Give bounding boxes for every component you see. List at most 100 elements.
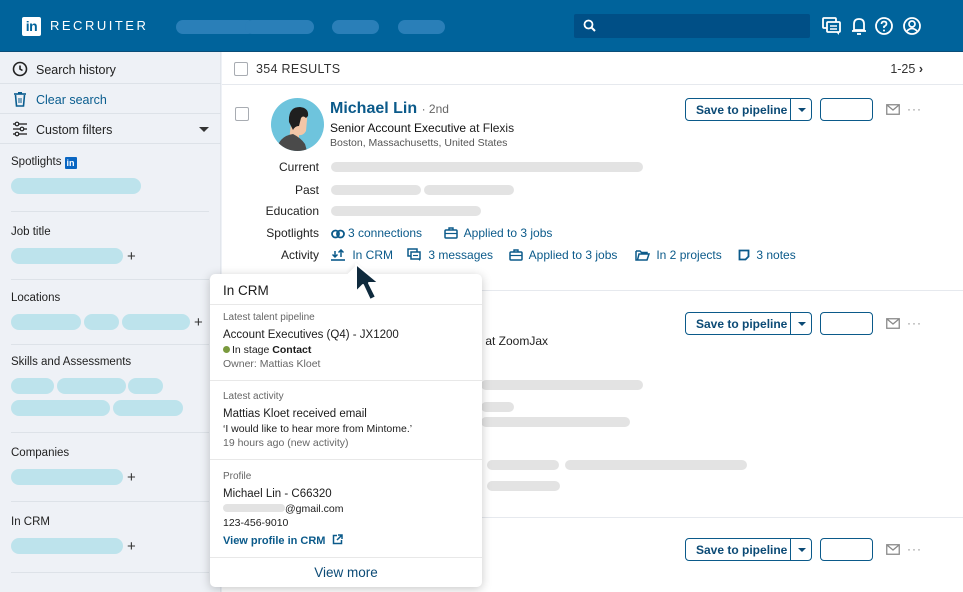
filter-chip[interactable] xyxy=(11,400,110,416)
view-more-button[interactable]: View more xyxy=(210,565,482,580)
activity-applied-link[interactable]: Applied to 3 jobs xyxy=(509,248,617,262)
connections-icon xyxy=(331,229,345,239)
divider xyxy=(210,304,482,305)
popover-title: In CRM xyxy=(223,283,269,298)
activity-messages-link[interactable]: 3 messages xyxy=(407,248,493,262)
briefcase-icon xyxy=(509,249,523,261)
placeholder-bar xyxy=(487,460,559,470)
app-brand: RECRUITER xyxy=(50,18,149,33)
secondary-action-button[interactable] xyxy=(820,98,873,121)
next-page-button[interactable]: › xyxy=(919,62,923,76)
nav-item-placeholder[interactable] xyxy=(332,20,379,34)
filter-chip[interactable] xyxy=(128,378,163,394)
filter-chip[interactable] xyxy=(11,178,141,194)
pipeline-owner: Owner: Mattias Kloet xyxy=(223,358,321,370)
filter-sidebar: Search history Clear search Custom filte… xyxy=(0,52,221,592)
help-icon[interactable] xyxy=(873,15,895,37)
activity-notes-link[interactable]: 3 notes xyxy=(738,248,796,262)
placeholder-bar xyxy=(487,481,560,491)
candidate-checkbox[interactable] xyxy=(235,107,249,121)
activity-quote: ‘I would like to hear more from Mintome.… xyxy=(223,423,413,435)
spotlight-applied-link[interactable]: Applied to 3 jobs xyxy=(444,226,552,240)
results-header: 354 RESULTS 1-25 › xyxy=(222,52,963,85)
add-crm-filter-button[interactable]: + xyxy=(127,539,136,554)
section-in-crm: In CRM xyxy=(11,516,50,528)
filter-chip[interactable] xyxy=(84,314,119,330)
profile-icon[interactable] xyxy=(901,15,923,37)
filter-chip[interactable] xyxy=(11,378,54,394)
nav-item-placeholder[interactable] xyxy=(176,20,255,34)
filter-chip[interactable] xyxy=(11,248,123,264)
bell-icon[interactable] xyxy=(848,15,870,37)
nav-item-placeholder[interactable] xyxy=(398,20,445,34)
sliders-icon xyxy=(13,121,27,137)
candidate-headline: Senior Account Executive at Flexis xyxy=(330,121,515,135)
profile-heading: Profile xyxy=(223,471,252,482)
filter-chip[interactable] xyxy=(122,314,190,330)
divider xyxy=(11,432,209,433)
divider xyxy=(790,99,791,120)
add-company-button[interactable]: + xyxy=(127,470,136,485)
mail-icon[interactable] xyxy=(886,544,900,555)
placeholder-bar xyxy=(331,185,421,195)
more-options-button[interactable]: ··· xyxy=(907,316,922,330)
save-to-pipeline-button[interactable]: Save to pipeline xyxy=(685,538,812,561)
activity-projects-link[interactable]: In 2 projects xyxy=(635,248,722,262)
select-all-checkbox[interactable] xyxy=(234,62,248,76)
field-label-spotlights: Spotlights xyxy=(266,226,319,240)
activity-heading: Latest activity xyxy=(223,391,284,402)
trash-icon xyxy=(14,92,26,107)
linkedin-logo[interactable]: in xyxy=(22,17,41,36)
profile-name: Michael Lin - C66320 xyxy=(223,488,332,500)
activity-in-crm-link[interactable]: In CRM xyxy=(331,248,393,262)
secondary-action-button[interactable] xyxy=(820,312,873,335)
filter-chip[interactable] xyxy=(11,469,123,485)
filter-chip[interactable] xyxy=(113,400,183,416)
add-location-button[interactable]: + xyxy=(194,315,203,330)
mail-icon[interactable] xyxy=(886,318,900,329)
custom-filters-toggle[interactable]: Custom filters xyxy=(0,114,221,144)
messages-icon xyxy=(407,248,421,261)
mouse-cursor-icon xyxy=(355,263,380,301)
search-input[interactable] xyxy=(574,14,810,38)
save-dropdown-caret-icon[interactable] xyxy=(798,548,806,552)
briefcase-icon xyxy=(444,227,458,239)
placeholder-bar xyxy=(481,402,514,412)
search-history-button[interactable]: Search history xyxy=(0,54,221,84)
divider xyxy=(11,572,209,573)
pipeline-name[interactable]: Account Executives (Q4) - JX1200 xyxy=(223,329,399,341)
field-label-current: Current xyxy=(278,160,319,174)
filter-chip[interactable] xyxy=(57,378,126,394)
divider xyxy=(11,344,209,345)
add-job-title-button[interactable]: + xyxy=(127,249,136,264)
view-profile-in-crm-link[interactable]: View profile in CRM xyxy=(223,534,343,547)
person-avatar-icon xyxy=(276,107,309,151)
results-count: 354 RESULTS xyxy=(256,62,341,76)
divider xyxy=(11,211,209,212)
secondary-action-button[interactable] xyxy=(820,538,873,561)
section-skills: Skills and Assessments xyxy=(11,356,132,368)
candidate-name[interactable]: Michael Lin · 2nd xyxy=(330,100,449,118)
more-options-button[interactable]: ··· xyxy=(907,102,922,116)
save-dropdown-caret-icon[interactable] xyxy=(798,322,806,326)
more-options-button[interactable]: ··· xyxy=(907,542,922,556)
mail-icon[interactable] xyxy=(886,104,900,115)
nav-item-placeholder[interactable] xyxy=(245,20,314,34)
save-to-pipeline-button[interactable]: Save to pipeline xyxy=(685,98,812,121)
filter-chip[interactable] xyxy=(11,314,81,330)
save-to-pipeline-button[interactable]: Save to pipeline xyxy=(685,312,812,335)
save-dropdown-caret-icon[interactable] xyxy=(798,108,806,112)
activity-title: Mattias Kloet received email xyxy=(223,408,367,420)
avatar[interactable] xyxy=(271,98,324,151)
divider xyxy=(210,380,482,381)
placeholder-bar xyxy=(331,162,643,172)
messages-icon[interactable] xyxy=(821,15,843,37)
divider xyxy=(210,557,482,558)
divider xyxy=(210,459,482,460)
spotlight-connections-link[interactable]: 3 connections xyxy=(331,226,422,240)
clear-search-button[interactable]: Clear search xyxy=(0,84,221,114)
filter-chip[interactable] xyxy=(11,538,123,554)
custom-filters-label: Custom filters xyxy=(36,123,113,137)
profile-phone: 123-456-9010 xyxy=(223,517,289,529)
in-crm-popover: In CRM Latest talent pipeline Account Ex… xyxy=(210,265,482,587)
